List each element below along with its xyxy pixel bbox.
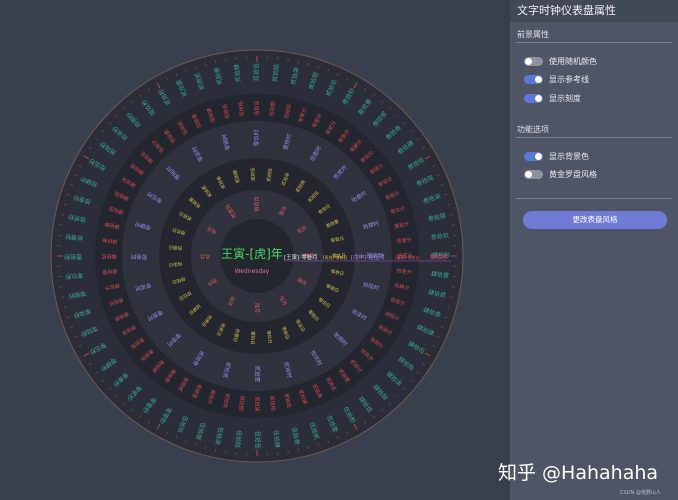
change-dial-style-button[interactable]: 更改表盘风格: [523, 211, 667, 229]
toggle-knob: [525, 57, 532, 65]
function-section-title: 功能选项: [517, 125, 549, 134]
golden-compass-toggle[interactable]: [524, 169, 543, 179]
readout-second: 肆拾秒: [430, 253, 448, 261]
center-weekday: Wednesday: [235, 268, 270, 275]
random-color-label: 使用随机颜色: [549, 56, 597, 66]
app-window: 零零秒 零壹秒 零贰秒 零叁秒 零肆秒 零伍秒 零陆秒 零柒秒 零捌秒 零玖秒 壹拾秒 拾壹秒 拾贰秒拾…: [0, 0, 678, 500]
golden-compass-toggle-row[interactable]: 黄金罗盘风格: [524, 168, 597, 180]
readout-minute: [庚寅]-拾贰分: [395, 254, 420, 260]
foreground-section-title: 前景属性: [517, 30, 549, 39]
section-divider: [516, 137, 672, 138]
hour-label: 零玖时: [253, 129, 261, 146]
minute-label: 贰拾柒: [254, 396, 261, 411]
second-label: 伍拾伍: [254, 431, 262, 449]
second-label: 贰拾伍: [253, 63, 261, 81]
minute-label: 伍拾柒: [254, 100, 261, 115]
readout-hour: [戊申]-拾伍时: [351, 253, 385, 261]
background-color-toggle[interactable]: [524, 151, 543, 161]
readout-month: [王寅]-零叁月: [284, 253, 318, 261]
hour-label: 零叁时: [130, 253, 147, 261]
toggle-knob: [535, 94, 542, 102]
reference-line-toggle[interactable]: [524, 74, 543, 84]
center-year-text: 王寅-[虎]年: [221, 246, 283, 261]
readout-day: [丙戌]-零贰日: [323, 254, 348, 260]
golden-compass-label: 黄金罗盘风格: [549, 169, 597, 179]
toggle-knob: [525, 170, 532, 178]
clock-dial-area: 零零秒 零壹秒 零贰秒 零叁秒 零肆秒 零伍秒 零陆秒 零柒秒 零捌秒 零玖秒 壹拾秒 拾壹秒 拾贰秒拾…: [0, 0, 510, 500]
hour-label: 贰拾壹: [254, 366, 262, 383]
text-clock-dial: 零零秒零壹秒零贰秒零叁秒零肆秒零伍秒零陆秒零柒秒零捌秒零玖秒壹拾秒拾壹秒拾贰秒拾…: [50, 49, 464, 463]
section-divider: [516, 42, 672, 43]
reference-line-toggle-row[interactable]: 显示参考线: [524, 73, 589, 85]
background-color-toggle-row[interactable]: 显示背景色: [524, 150, 589, 162]
random-color-toggle-row[interactable]: 使用随机颜色: [524, 55, 597, 67]
panel-title: 文字时钟仪表盘属性: [510, 0, 678, 22]
month-label: 陆月: [254, 303, 261, 313]
toggle-knob: [535, 75, 542, 83]
section-divider: [516, 198, 672, 199]
random-color-toggle[interactable]: [524, 56, 543, 66]
second-label: 壹拾秒: [64, 253, 82, 261]
properties-panel: 文字时钟仪表盘属性 前景属性 使用随机颜色 显示参考线 显示刻度 功能选项 显示…: [510, 0, 678, 500]
toggle-knob: [535, 152, 542, 160]
month-label: 玖月: [200, 253, 210, 260]
reference-line-label: 显示参考线: [549, 74, 589, 84]
csdn-credit: CSDN @荒野山人: [620, 490, 661, 496]
month-label: 拾贰月: [254, 196, 261, 211]
show-ticks-toggle-row[interactable]: 显示刻度: [524, 92, 581, 104]
show-ticks-label: 显示刻度: [549, 93, 581, 103]
show-ticks-toggle[interactable]: [524, 93, 543, 103]
minute-label: 肆拾贰: [101, 253, 116, 260]
background-color-label: 显示背景色: [549, 151, 589, 161]
zhihu-watermark: 知乎 @Hahahaha: [498, 462, 659, 484]
